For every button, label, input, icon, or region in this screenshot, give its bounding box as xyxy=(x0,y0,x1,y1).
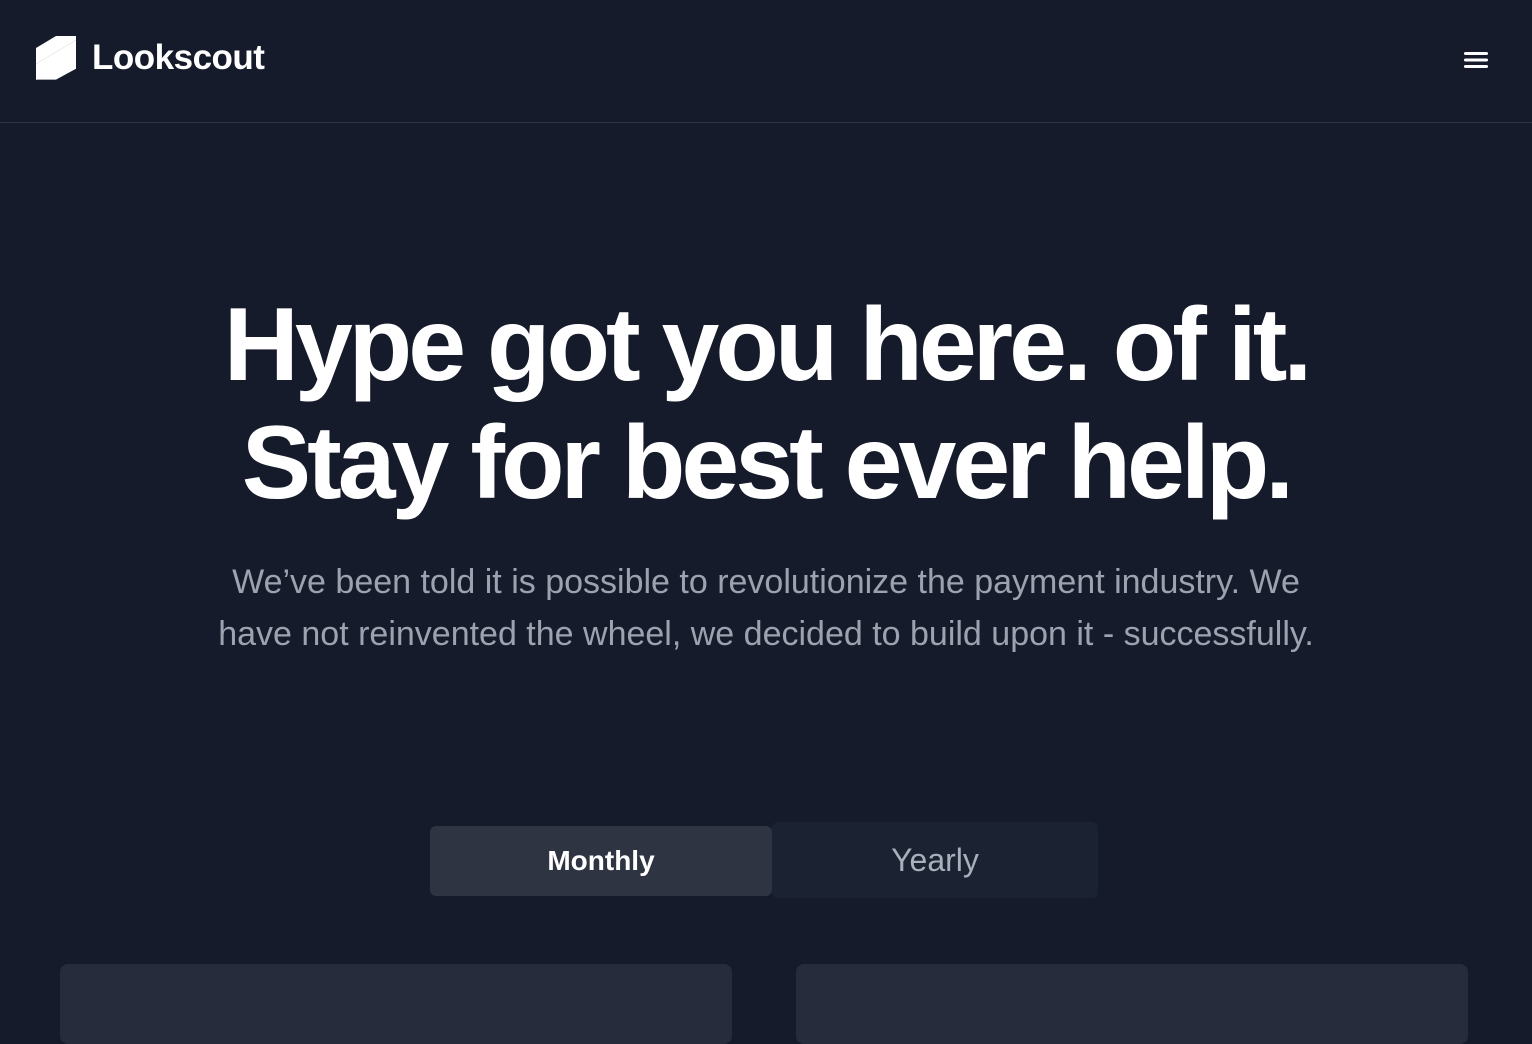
yearly-toggle-button[interactable]: Yearly xyxy=(772,822,1098,898)
hero-title: Hype got you here. of it. Stay for best … xyxy=(0,286,1532,522)
hero-title-line-2: Stay for best ever help. xyxy=(241,405,1294,521)
site-header: Lookscout xyxy=(0,0,1532,123)
stacked-stripes-logo-icon xyxy=(36,36,76,80)
hero-subtitle-line-1: We’ve been told it is possible to revolu… xyxy=(232,563,1300,601)
brand-link[interactable]: Lookscout xyxy=(36,36,265,80)
pricing-card xyxy=(796,964,1468,1044)
pricing-card xyxy=(60,964,732,1044)
hero-title-line-1: Hype got you here. of it. xyxy=(223,287,1313,403)
hero-subtitle-line-2: have not reinvented the wheel, we decide… xyxy=(218,615,1314,653)
hero-subtitle: We’ve been told it is possible to revolu… xyxy=(0,556,1532,660)
brand-name: Lookscout xyxy=(92,38,265,77)
menu-button[interactable] xyxy=(1456,42,1496,78)
monthly-toggle-button[interactable]: Monthly xyxy=(430,826,772,896)
hamburger-menu-icon xyxy=(1464,52,1488,68)
